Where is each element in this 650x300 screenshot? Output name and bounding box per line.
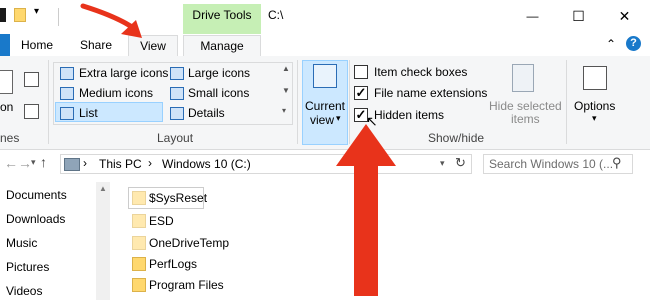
annotation-arrow-to-hidden-items bbox=[336, 124, 396, 296]
mouse-cursor-icon: ↖ bbox=[366, 113, 378, 129]
